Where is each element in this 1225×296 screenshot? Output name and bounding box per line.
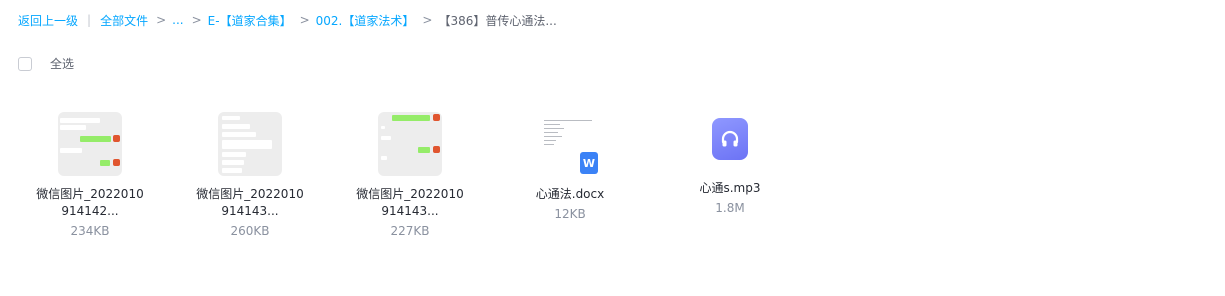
file-size: 1.8M: [715, 201, 745, 215]
chevron-right-icon: >: [156, 13, 167, 27]
select-all-checkbox[interactable]: [18, 56, 32, 71]
document-thumbnail: W: [538, 112, 602, 176]
file-size: 234KB: [70, 224, 110, 238]
image-thumbnail: [218, 112, 282, 176]
breadcrumb: 返回上一级 | 全部文件 > ... > E-【道家合集】 > 002.【道家法…: [18, 10, 557, 30]
chevron-right-icon: >: [422, 13, 433, 27]
select-all[interactable]: 全选: [18, 55, 74, 72]
image-thumbnail: [58, 112, 122, 176]
audio-thumbnail: [698, 112, 762, 172]
file-name[interactable]: 心通s.mp3: [650, 180, 810, 197]
file-name[interactable]: 心通法.docx: [490, 186, 650, 203]
back-link[interactable]: 返回上一级: [18, 12, 78, 29]
file-name[interactable]: 微信图片_2022010 914143...: [330, 186, 490, 220]
headphones-icon: [712, 118, 748, 160]
file-grid: 微信图片_2022010 914142... 234KB 微信图片_202201…: [0, 112, 1225, 292]
file-size: 260KB: [230, 224, 270, 238]
select-all-label: 全选: [50, 57, 75, 71]
file-item[interactable]: W 心通法.docx 12KB: [490, 112, 650, 221]
file-item[interactable]: 微信图片_2022010 914142... 234KB: [10, 112, 170, 238]
file-size: 12KB: [554, 207, 586, 221]
breadcrumb-folder-e[interactable]: E-【道家合集】: [208, 12, 292, 29]
file-item[interactable]: 心通s.mp3 1.8M: [650, 112, 810, 215]
breadcrumb-all-files[interactable]: 全部文件: [100, 12, 148, 29]
file-name[interactable]: 微信图片_2022010 914143...: [170, 186, 330, 220]
file-item[interactable]: 微信图片_2022010 914143... 260KB: [170, 112, 330, 238]
breadcrumb-divider: |: [87, 13, 92, 27]
file-item[interactable]: 微信图片_2022010 914143... 227KB: [330, 112, 490, 238]
chevron-right-icon: >: [299, 13, 310, 27]
file-name[interactable]: 微信图片_2022010 914142...: [10, 186, 170, 220]
image-thumbnail: [378, 112, 442, 176]
chevron-right-icon: >: [191, 13, 202, 27]
breadcrumb-folder-002[interactable]: 002.【道家法术】: [316, 12, 415, 29]
breadcrumb-current: 【386】普传心通法...: [438, 13, 557, 28]
word-doc-icon: W: [580, 152, 598, 174]
file-size: 227KB: [390, 224, 430, 238]
breadcrumb-ellipsis[interactable]: ...: [172, 13, 183, 27]
